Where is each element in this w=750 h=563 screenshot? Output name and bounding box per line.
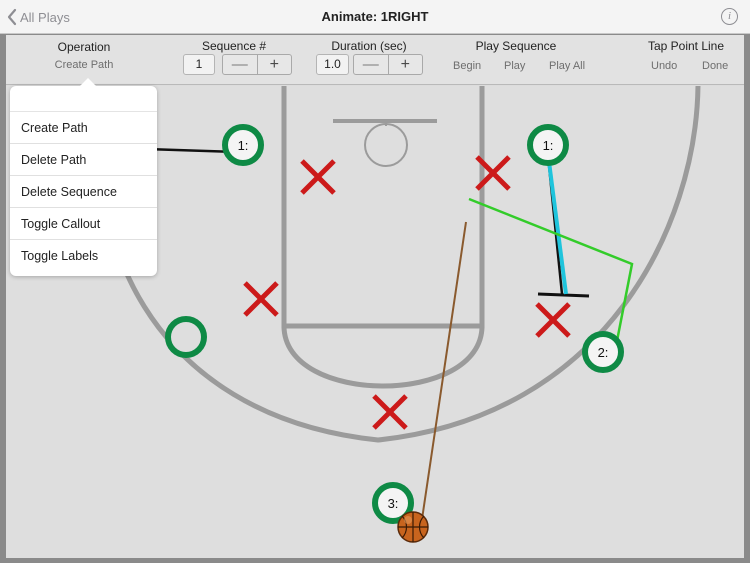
duration-value: 1.0 xyxy=(316,54,349,75)
tap-point-line-label: Tap Point Line xyxy=(647,39,725,53)
player-label: 1: xyxy=(543,138,554,153)
duration-decrement-button[interactable]: — xyxy=(354,55,388,74)
play-button[interactable]: Play xyxy=(504,60,525,72)
duration-increment-button[interactable]: + xyxy=(387,55,423,74)
defender-marker[interactable] xyxy=(535,302,571,338)
begin-button[interactable]: Begin xyxy=(453,60,481,72)
basket-rim xyxy=(364,123,408,167)
operation-menu: Create Path Delete Path Delete Sequence … xyxy=(10,78,157,276)
play-editor: Operation Create Path Sequence # 1 — + D… xyxy=(6,35,744,558)
offense-player[interactable] xyxy=(165,316,207,358)
page-title: Animate: 1RIGHT xyxy=(321,9,429,24)
dribble-path xyxy=(420,221,467,527)
sequence-stepper: — + xyxy=(222,54,292,75)
play-all-button[interactable]: Play All xyxy=(549,60,585,72)
player-label: 3: xyxy=(388,496,399,511)
info-icon[interactable]: i xyxy=(721,8,738,25)
offense-player[interactable]: 1: xyxy=(222,124,264,166)
operation-menu-list: Create Path Delete Path Delete Sequence … xyxy=(10,111,157,271)
defender-marker[interactable] xyxy=(300,159,336,195)
duration-stepper: — + xyxy=(353,54,423,75)
offense-player[interactable]: 2: xyxy=(582,331,624,373)
sequence-decrement-button[interactable]: — xyxy=(223,55,257,74)
sequence-value: 1 xyxy=(183,54,215,75)
basketball-icon[interactable] xyxy=(397,511,429,543)
sequence-label: Sequence # xyxy=(201,39,267,53)
defender-marker[interactable] xyxy=(372,394,408,430)
defender-marker[interactable] xyxy=(243,281,279,317)
offense-player[interactable]: 1: xyxy=(527,124,569,166)
menu-item-create-path[interactable]: Create Path xyxy=(10,111,157,143)
player-label: 2: xyxy=(598,345,609,360)
menu-caret xyxy=(79,78,97,87)
player-label: 1: xyxy=(238,138,249,153)
play-sequence-label: Play Sequence xyxy=(475,39,557,53)
menu-item-toggle-callout[interactable]: Toggle Callout xyxy=(10,207,157,239)
navigation-bar: All Plays Animate: 1RIGHT i xyxy=(0,0,750,34)
menu-item-delete-sequence[interactable]: Delete Sequence xyxy=(10,175,157,207)
duration-label: Duration (sec) xyxy=(331,39,407,53)
sequence-increment-button[interactable]: + xyxy=(256,55,292,74)
menu-item-delete-path[interactable]: Delete Path xyxy=(10,143,157,175)
operation-value[interactable]: Create Path xyxy=(46,59,122,71)
operation-label: Operation xyxy=(57,40,111,54)
pass-path xyxy=(545,145,568,295)
undo-button[interactable]: Undo xyxy=(651,60,677,72)
free-throw-circle xyxy=(281,325,485,389)
screen-bar xyxy=(537,292,590,298)
toolbar: Operation Create Path Sequence # 1 — + D… xyxy=(6,35,744,85)
done-button[interactable]: Done xyxy=(702,60,728,72)
menu-item-toggle-labels[interactable]: Toggle Labels xyxy=(10,239,157,271)
